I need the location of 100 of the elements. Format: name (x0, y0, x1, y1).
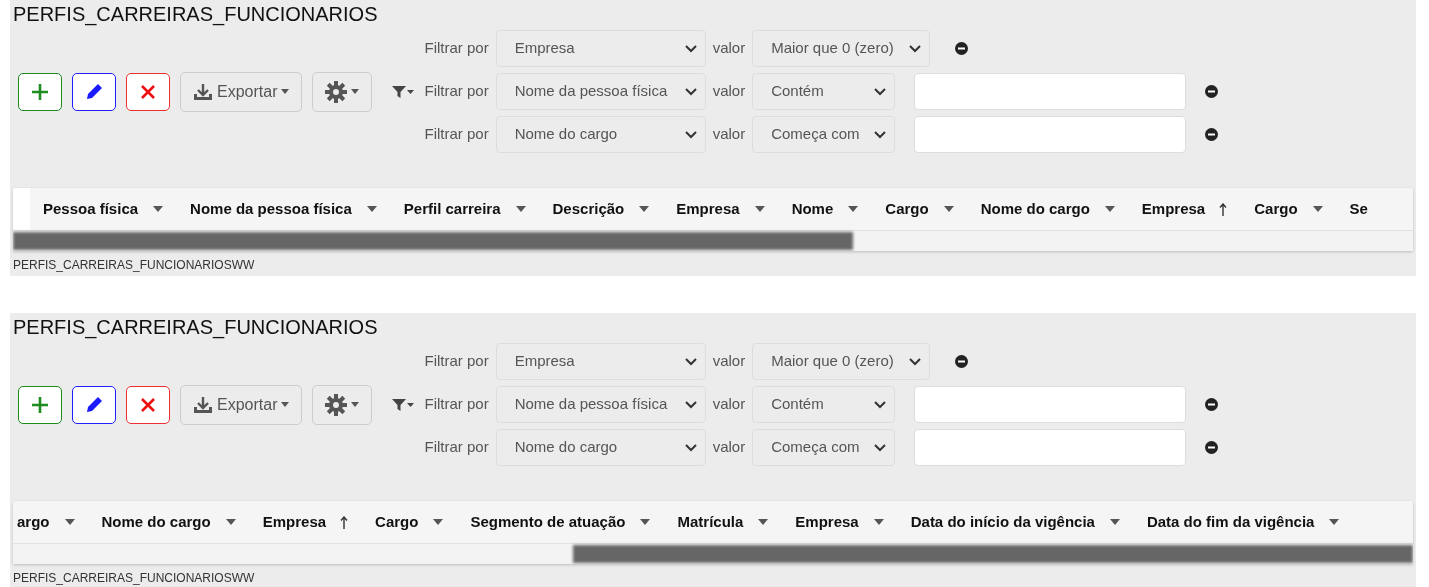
download-icon (193, 82, 213, 101)
scrollbar-thumb[interactable] (573, 545, 1413, 563)
chevron-down-icon (684, 130, 697, 139)
add-button[interactable] (18, 72, 62, 111)
scrollbar-thumb[interactable] (13, 232, 853, 250)
filter-menu-button[interactable] (392, 398, 415, 411)
chevron-down-icon (874, 443, 887, 452)
column-header[interactable]: Cargo (885, 197, 981, 221)
column-header[interactable]: Se (1349, 197, 1395, 221)
edit-button[interactable] (72, 72, 116, 111)
remove-filter-icon[interactable] (955, 355, 969, 368)
delete-button[interactable] (126, 385, 170, 424)
column-header[interactable]: Cargo (375, 510, 471, 534)
chevron-down-icon (684, 443, 697, 452)
chevron-down-icon (874, 130, 887, 139)
field-select[interactable]: Nome do cargo (495, 116, 706, 153)
filter-label: Filtrar por (424, 81, 489, 102)
filter-value-field[interactable] (914, 116, 1187, 153)
column-header[interactable]: Empresa (676, 197, 792, 221)
value-label: valor (712, 81, 746, 102)
operator-select[interactable]: Contém (752, 73, 896, 110)
filter-label: Filtrar por (424, 394, 489, 415)
pencil-icon (84, 81, 104, 102)
column-header[interactable]: Nome do cargo (101, 510, 263, 534)
operator-select[interactable]: Começa com (752, 429, 896, 466)
field-select[interactable]: Nome do cargo (495, 429, 706, 466)
close-icon (141, 397, 155, 412)
field-select[interactable]: Nome da pessoa física (495, 386, 706, 423)
chevron-down-icon (874, 87, 887, 96)
filter-value-field[interactable] (914, 73, 1187, 110)
filter-icon (392, 85, 407, 98)
operator-select[interactable]: Maior que 0 (zero) (752, 30, 931, 67)
export-button[interactable]: Exportar (180, 384, 303, 425)
chevron-down-icon (684, 87, 697, 96)
chevron-down-icon (684, 400, 697, 409)
remove-filter-icon[interactable] (955, 42, 969, 55)
caret-icon (351, 89, 360, 94)
table-caption: PERFIS_CARREIRAS_FUNCIONARIOSWW (13, 257, 256, 272)
add-button[interactable] (18, 385, 62, 424)
filter-icon (392, 398, 407, 411)
column-header[interactable]: Data do início da vigência (910, 510, 1147, 534)
field-select[interactable]: Empresa (495, 30, 706, 67)
plus-icon (31, 82, 49, 101)
value-label: valor (712, 124, 746, 145)
column-header[interactable]: Empresa (262, 510, 376, 534)
value-label: valor (712, 38, 746, 59)
filter-label: Filtrar por (424, 437, 489, 458)
filter-label: Filtrar por (424, 351, 489, 372)
chevron-down-icon (909, 44, 922, 53)
chevron-down-icon (684, 357, 697, 366)
remove-filter-icon[interactable] (1205, 128, 1219, 141)
field-select[interactable]: Nome da pessoa física (495, 73, 706, 110)
value-label: valor (712, 437, 746, 458)
remove-filter-icon[interactable] (1205, 85, 1219, 98)
delete-button[interactable] (126, 72, 170, 111)
field-select[interactable]: Empresa (495, 343, 706, 380)
value-label: valor (712, 351, 746, 372)
operator-select[interactable]: Maior que 0 (zero) (752, 343, 931, 380)
column-header[interactable]: Cargo (1254, 197, 1350, 221)
caret-icon (407, 89, 415, 94)
filter-menu-button[interactable] (392, 85, 415, 98)
settings-button[interactable] (312, 384, 373, 425)
caret-icon (407, 402, 415, 407)
filter-value-field[interactable] (914, 386, 1187, 423)
page-title: PERFIS_CARREIRAS_FUNCIONARIOS (13, 2, 379, 26)
remove-filter-icon[interactable] (1205, 441, 1219, 454)
filter-label: Filtrar por (424, 124, 489, 145)
export-button[interactable]: Exportar (180, 71, 303, 112)
column-header[interactable]: argo (17, 510, 102, 534)
filter-value-field[interactable] (914, 429, 1187, 466)
download-icon (193, 395, 213, 414)
caret-icon (281, 89, 290, 94)
operator-select[interactable]: Começa com (752, 116, 896, 153)
chevron-down-icon (684, 44, 697, 53)
column-header[interactable]: Empresa (1141, 197, 1255, 221)
table-caption: PERFIS_CARREIRAS_FUNCIONARIOSWW (13, 570, 256, 585)
chevron-down-icon (909, 357, 922, 366)
column-header[interactable]: Matrícula (677, 510, 796, 534)
column-header[interactable]: Nome da pessoa física (190, 197, 404, 221)
page-title: PERFIS_CARREIRAS_FUNCIONARIOS (13, 315, 379, 339)
remove-filter-icon[interactable] (1205, 398, 1219, 411)
column-header[interactable]: Nome do cargo (980, 197, 1142, 221)
chevron-down-icon (874, 400, 887, 409)
column-header[interactable]: Perfil carreira (403, 197, 553, 221)
column-header[interactable]: Empresa (795, 510, 911, 534)
close-icon (141, 84, 155, 99)
column-header[interactable]: Nome (791, 197, 886, 221)
settings-button[interactable] (312, 71, 373, 112)
filter-label: Filtrar por (424, 38, 489, 59)
operator-select[interactable]: Contém (752, 386, 896, 423)
column-header[interactable]: Segmento de atuação (470, 510, 678, 534)
pencil-icon (84, 394, 104, 415)
edit-button[interactable] (72, 385, 116, 424)
column-header[interactable]: Descrição (552, 197, 677, 221)
caret-icon (351, 402, 360, 407)
value-label: valor (712, 394, 746, 415)
plus-icon (31, 395, 49, 414)
column-header[interactable]: Data do fim da vigência (1146, 510, 1367, 534)
caret-icon (281, 402, 290, 407)
column-header[interactable]: Pessoa física (43, 197, 191, 221)
